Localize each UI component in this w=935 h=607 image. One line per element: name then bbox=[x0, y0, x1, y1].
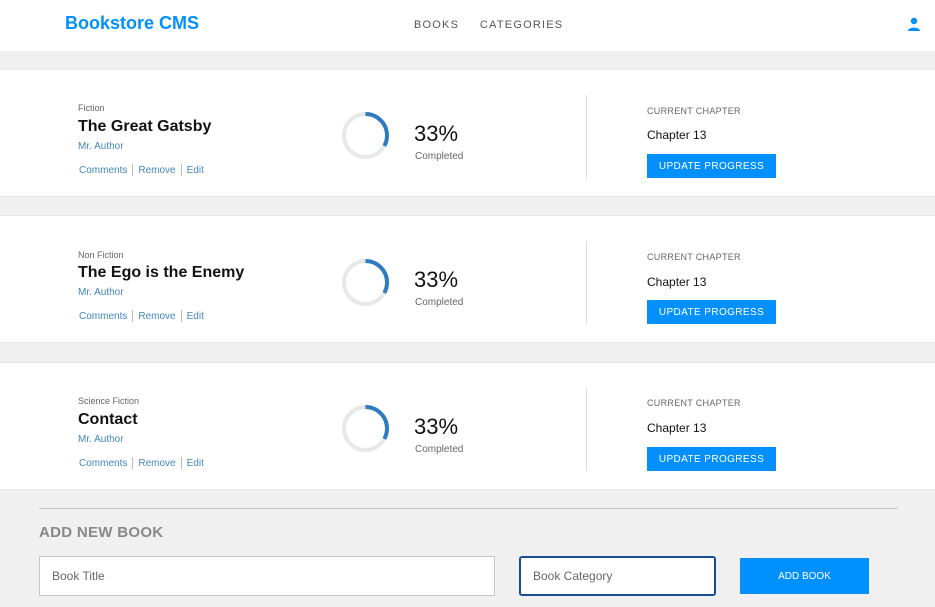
comments-link[interactable]: Comments bbox=[79, 458, 127, 469]
book-card: Non Fiction The Ego is the Enemy Mr. Aut… bbox=[0, 215, 935, 343]
divider bbox=[180, 164, 182, 176]
progress-ring bbox=[342, 405, 389, 452]
book-category-input[interactable] bbox=[519, 556, 716, 596]
current-chapter-label: CURRENT CHAPTER bbox=[647, 106, 741, 116]
book-title: The Great Gatsby bbox=[78, 118, 212, 135]
book-author[interactable]: Mr. Author bbox=[78, 434, 124, 445]
book-genre: Science Fiction bbox=[78, 396, 140, 406]
remove-link[interactable]: Remove bbox=[138, 165, 175, 176]
book-genre: Non Fiction bbox=[78, 250, 124, 260]
progress-percent: 33% bbox=[414, 267, 459, 292]
book-actions: Comments Remove Edit bbox=[79, 310, 204, 322]
book-author[interactable]: Mr. Author bbox=[78, 287, 124, 298]
edit-link[interactable]: Edit bbox=[187, 458, 204, 469]
divider bbox=[586, 388, 587, 471]
add-book-button[interactable]: ADD BOOK bbox=[740, 558, 869, 594]
divider bbox=[132, 457, 134, 469]
brand-logo[interactable]: Bookstore CMS bbox=[65, 13, 199, 34]
book-title: Contact bbox=[78, 411, 138, 428]
remove-link[interactable]: Remove bbox=[138, 458, 175, 469]
book-genre: Fiction bbox=[78, 103, 105, 113]
comments-link[interactable]: Comments bbox=[79, 311, 127, 322]
divider bbox=[586, 95, 587, 178]
book-actions: Comments Remove Edit bbox=[79, 164, 204, 176]
completed-label: Completed bbox=[415, 151, 464, 162]
current-chapter: Chapter 13 bbox=[647, 421, 707, 435]
divider bbox=[132, 310, 134, 322]
current-chapter: Chapter 13 bbox=[647, 128, 707, 142]
book-title: The Ego is the Enemy bbox=[78, 264, 245, 281]
comments-link[interactable]: Comments bbox=[79, 165, 127, 176]
nav-categories[interactable]: CATEGORIES bbox=[480, 19, 563, 31]
book-card: Fiction The Great Gatsby Mr. Author Comm… bbox=[0, 69, 935, 197]
progress-ring bbox=[342, 112, 389, 159]
update-progress-button[interactable]: UPDATE PROGRESS bbox=[647, 300, 776, 324]
divider bbox=[586, 241, 587, 324]
add-book-heading: ADD NEW BOOK bbox=[39, 524, 164, 541]
divider bbox=[39, 508, 898, 509]
update-progress-button[interactable]: UPDATE PROGRESS bbox=[647, 447, 776, 471]
progress-ring bbox=[342, 259, 389, 306]
progress-percent: 33% bbox=[414, 121, 459, 146]
header: Bookstore CMS BOOKS CATEGORIES bbox=[0, 0, 935, 51]
book-title-input[interactable] bbox=[39, 556, 495, 596]
book-card: Science Fiction Contact Mr. Author Comme… bbox=[0, 362, 935, 490]
divider bbox=[132, 164, 134, 176]
user-icon[interactable] bbox=[907, 17, 921, 31]
current-chapter-label: CURRENT CHAPTER bbox=[647, 398, 741, 408]
progress-percent: 33% bbox=[414, 414, 459, 439]
completed-label: Completed bbox=[415, 297, 464, 308]
edit-link[interactable]: Edit bbox=[187, 165, 204, 176]
divider bbox=[180, 457, 182, 469]
book-actions: Comments Remove Edit bbox=[79, 457, 204, 469]
current-chapter: Chapter 13 bbox=[647, 275, 707, 289]
edit-link[interactable]: Edit bbox=[187, 311, 204, 322]
current-chapter-label: CURRENT CHAPTER bbox=[647, 252, 741, 262]
remove-link[interactable]: Remove bbox=[138, 311, 175, 322]
update-progress-button[interactable]: UPDATE PROGRESS bbox=[647, 154, 776, 178]
divider bbox=[180, 310, 182, 322]
completed-label: Completed bbox=[415, 444, 464, 455]
nav-books[interactable]: BOOKS bbox=[414, 19, 459, 31]
book-author[interactable]: Mr. Author bbox=[78, 141, 124, 152]
